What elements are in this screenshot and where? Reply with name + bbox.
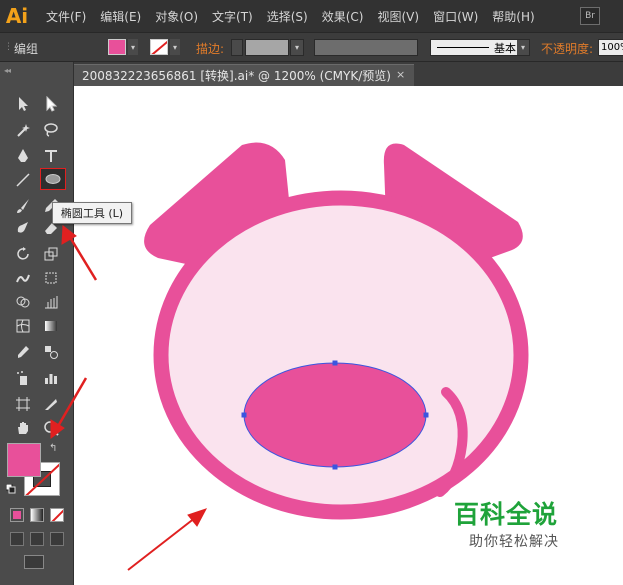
direct-selection-tool-icon[interactable]	[40, 94, 62, 114]
menu-view[interactable]: 视图(V)	[377, 8, 419, 25]
fill-color-box[interactable]	[7, 443, 41, 477]
variable-width-profile-dropdown[interactable]	[314, 39, 418, 56]
draw-behind-icon[interactable]	[30, 532, 44, 546]
screen-mode-icon[interactable]	[24, 555, 44, 569]
watermark: 百科全说 助你轻松解决	[454, 495, 594, 551]
menu-object[interactable]: 对象(O)	[155, 8, 198, 25]
mesh-tool-icon[interactable]	[12, 316, 34, 336]
menu-window[interactable]: 窗口(W)	[433, 8, 478, 25]
rotate-tool-icon[interactable]	[12, 244, 34, 264]
paintbrush-tool-icon[interactable]	[12, 196, 34, 216]
menu-file[interactable]: 文件(F)	[46, 8, 86, 25]
free-transform-tool-icon[interactable]	[40, 268, 62, 288]
column-graph-tool-icon[interactable]	[40, 368, 62, 388]
close-tab-icon[interactable]: ×	[396, 68, 405, 81]
app-logo: Ai	[5, 4, 29, 28]
draw-inside-icon[interactable]	[50, 532, 64, 546]
menu-edit[interactable]: 编辑(E)	[100, 8, 141, 25]
snout-anchor-left	[241, 412, 247, 418]
tools-panel-collapse-icon[interactable]: ◂◂	[4, 66, 11, 75]
snout-anchor-bottom	[332, 464, 338, 470]
symbol-sprayer-tool-icon[interactable]	[12, 368, 34, 388]
none-mode-button[interactable]	[50, 508, 64, 522]
brush-dropdown-arrow[interactable]: ▾	[517, 40, 529, 55]
draw-normal-icon[interactable]	[10, 532, 24, 546]
slice-tool-icon[interactable]	[40, 394, 62, 414]
swap-fill-stroke-icon[interactable]: ↰	[49, 443, 57, 454]
gradient-mode-button[interactable]	[30, 508, 44, 522]
lasso-tool-icon[interactable]	[40, 120, 62, 140]
selection-type-label: 编组	[14, 42, 39, 56]
zoom-tool-icon[interactable]	[40, 418, 62, 438]
annotation-arrow-canvas	[127, 508, 208, 571]
stroke-weight-spinner[interactable]	[231, 39, 243, 56]
shape-builder-tool-icon[interactable]	[12, 292, 34, 312]
opacity-input[interactable]: 100%	[598, 39, 623, 56]
document-tab-bar: 200832223656861 [转换].ai* @ 1200% (CMYK/预…	[74, 62, 623, 86]
watermark-title: 百科全说	[454, 500, 559, 529]
pig-snout	[243, 362, 427, 468]
menu-help[interactable]: 帮助(H)	[492, 8, 534, 25]
hand-tool-icon[interactable]	[12, 418, 34, 438]
color-mode-button[interactable]	[10, 508, 24, 522]
pen-tool-icon[interactable]	[12, 146, 34, 166]
stroke-color-swatch[interactable]	[150, 39, 168, 55]
fill-color-swatch[interactable]	[108, 39, 126, 55]
document-tab[interactable]: 200832223656861 [转换].ai* @ 1200% (CMYK/预…	[74, 64, 414, 86]
brush-label: 基本	[494, 41, 516, 55]
perspective-grid-tool-icon[interactable]	[40, 292, 62, 312]
warp-tool-icon[interactable]	[12, 268, 34, 288]
default-fill-stroke-icon[interactable]	[6, 484, 16, 494]
ellipse-tool-tooltip: 椭圆工具 (L)	[52, 202, 132, 224]
document-tab-title: 200832223656861 [转换].ai* @ 1200% (CMYK/预…	[82, 69, 391, 83]
blob-brush-tool-icon[interactable]	[12, 218, 34, 238]
snout-anchor-top	[332, 360, 338, 366]
opacity-label[interactable]: 不透明度:	[541, 40, 593, 57]
bridge-icon[interactable]: Br	[580, 7, 600, 25]
line-segment-tool-icon[interactable]	[12, 170, 34, 190]
stroke-weight-input[interactable]	[245, 39, 289, 56]
scale-tool-icon[interactable]	[40, 244, 62, 264]
gradient-tool-icon[interactable]	[40, 316, 62, 336]
blend-tool-icon[interactable]	[40, 342, 62, 362]
brush-stroke-preview	[437, 47, 489, 48]
fill-dropdown-arrow[interactable]: ▾	[128, 39, 138, 55]
brush-definition-dropdown[interactable]: 基本 ▾	[430, 39, 530, 56]
selection-tool-icon[interactable]	[12, 94, 34, 114]
control-bar-grip: ⋮	[4, 42, 13, 52]
magic-wand-tool-icon[interactable]	[12, 120, 34, 140]
type-tool-icon[interactable]	[40, 146, 62, 166]
snout-anchor-right	[423, 412, 429, 418]
menu-bar: Ai 文件(F) 编辑(E) 对象(O) 文字(T) 选择(S) 效果(C) 视…	[0, 0, 623, 32]
menu-effect[interactable]: 效果(C)	[322, 8, 364, 25]
stroke-weight-dropdown[interactable]: ▾	[290, 39, 304, 56]
menu-type[interactable]: 文字(T)	[212, 8, 253, 25]
stroke-dropdown-arrow[interactable]: ▾	[170, 39, 180, 55]
artboard-tool-icon[interactable]	[12, 394, 34, 414]
illustrator-window: Ai 文件(F) 编辑(E) 对象(O) 文字(T) 选择(S) 效果(C) 视…	[0, 0, 623, 585]
ellipse-tool-icon[interactable]	[40, 168, 66, 190]
menu-items: 文件(F) 编辑(E) 对象(O) 文字(T) 选择(S) 效果(C) 视图(V…	[46, 8, 549, 25]
control-bar: ⋮ 编组 ▾ ▾ 描边: ▾ 基本 ▾ 不透明度: 100%	[0, 32, 623, 62]
watermark-subtitle: 助你轻松解决	[469, 534, 559, 550]
eyedropper-tool-icon[interactable]	[12, 342, 34, 362]
stroke-label[interactable]: 描边:	[196, 40, 224, 57]
menu-select[interactable]: 选择(S)	[267, 8, 308, 25]
